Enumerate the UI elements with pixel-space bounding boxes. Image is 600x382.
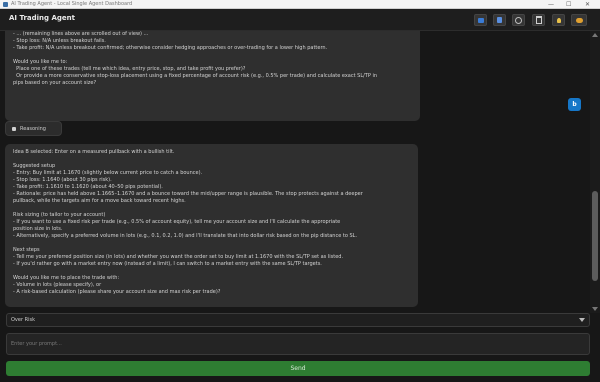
message-line: - Take profit: N/A unless breakout confi… xyxy=(13,45,328,51)
app-icon xyxy=(3,2,8,7)
message-line xyxy=(13,205,410,212)
assistant-message: - ... (remaining lines above are scrolle… xyxy=(5,31,420,121)
minimize-button[interactable]: — xyxy=(548,0,554,9)
message-line xyxy=(13,156,410,163)
message-line: Next steps xyxy=(13,247,40,253)
send-button[interactable]: Send xyxy=(6,361,590,376)
gear-icon xyxy=(515,16,522,24)
message-line: - Stop loss: N/A unless breakout fails. xyxy=(13,38,106,44)
message-line xyxy=(13,268,410,275)
chat-scrollbar[interactable] xyxy=(590,31,600,313)
settings-button[interactable] xyxy=(512,14,525,26)
chat-bubble-icon xyxy=(12,126,16,131)
app-header: AI Trading Agent xyxy=(0,9,600,31)
message-line: - If you want to use a fixed risk per tr… xyxy=(13,219,341,225)
clear-button[interactable] xyxy=(532,14,545,26)
lightbulb-icon xyxy=(556,17,561,23)
document-button[interactable] xyxy=(493,14,506,26)
message-line: - ... (remaining lines above are scrolle… xyxy=(13,31,149,37)
maximize-button[interactable]: ☐ xyxy=(566,0,571,9)
message-line: Would you like me to: xyxy=(13,59,68,65)
scroll-up-arrow[interactable] xyxy=(592,33,598,37)
app-title: AI Trading Agent xyxy=(9,14,75,22)
message-line: Or provide a more conservative stop-loss… xyxy=(13,73,378,79)
message-line: - Take profit: 1.1610 to 1.1620 (about 4… xyxy=(13,184,163,190)
message-line: - Rationale: price has held above 1.1665… xyxy=(13,191,363,197)
message-line: Would you like me to place the trade wit… xyxy=(13,275,120,281)
message-line xyxy=(13,240,410,247)
user-avatar: b xyxy=(568,98,581,111)
message-line: Risk sizing (to tailor to your account) xyxy=(13,212,106,218)
theme-toggle-icon xyxy=(575,17,583,23)
theme-toggle-button[interactable] xyxy=(571,14,587,26)
reasoning-status: Reasoning xyxy=(5,121,62,136)
status-label: Reasoning xyxy=(20,125,46,132)
message-line xyxy=(13,52,412,59)
scrollbar-thumb[interactable] xyxy=(592,191,598,281)
assistant-message: Idea B selected: Enter on a measured pul… xyxy=(5,144,418,307)
message-line: - Tell me your preferred position size (… xyxy=(13,254,344,260)
mode-select[interactable]: Over Risk xyxy=(6,313,590,327)
chart-icon xyxy=(477,17,484,23)
message-line: - Entry: Buy limit at 1.1670 (slightly b… xyxy=(13,170,203,176)
chat-area[interactable]: - ... (remaining lines above are scrolle… xyxy=(0,31,590,311)
message-line: Suggested setup xyxy=(13,163,56,169)
window-title: AI Trading Agent - Local Single Agent Da… xyxy=(11,1,133,7)
ideas-button[interactable] xyxy=(552,14,565,26)
mode-select-value: Over Risk xyxy=(11,317,35,323)
prompt-input[interactable] xyxy=(6,333,590,355)
message-line: - Volume in lots (please specify), or xyxy=(13,282,102,288)
message-line: - If you'd rather go with a market entry… xyxy=(13,261,322,267)
window-titlebar: AI Trading Agent - Local Single Agent Da… xyxy=(0,0,600,9)
trash-icon xyxy=(535,16,542,24)
scroll-down-arrow[interactable] xyxy=(592,307,598,311)
message-line: - Alternatively, specify a preferred vol… xyxy=(13,233,358,239)
message-line: pips based on your account size? xyxy=(13,80,97,86)
message-line: - Stop loss: 1.1640 (about 30 pips risk)… xyxy=(13,177,112,183)
message-line: - A risk-based calculation (please share… xyxy=(13,289,221,295)
message-line: position size in lots. xyxy=(13,226,63,232)
document-icon xyxy=(497,17,502,23)
chevron-down-icon xyxy=(579,318,585,322)
message-line: pullback, while the targets aim for a mo… xyxy=(13,198,186,204)
close-button[interactable]: ✕ xyxy=(585,0,590,9)
message-line: Idea B selected: Enter on a measured pul… xyxy=(13,149,175,155)
message-line: Place one of these trades (tell me which… xyxy=(13,66,246,72)
chart-button[interactable] xyxy=(474,14,487,26)
